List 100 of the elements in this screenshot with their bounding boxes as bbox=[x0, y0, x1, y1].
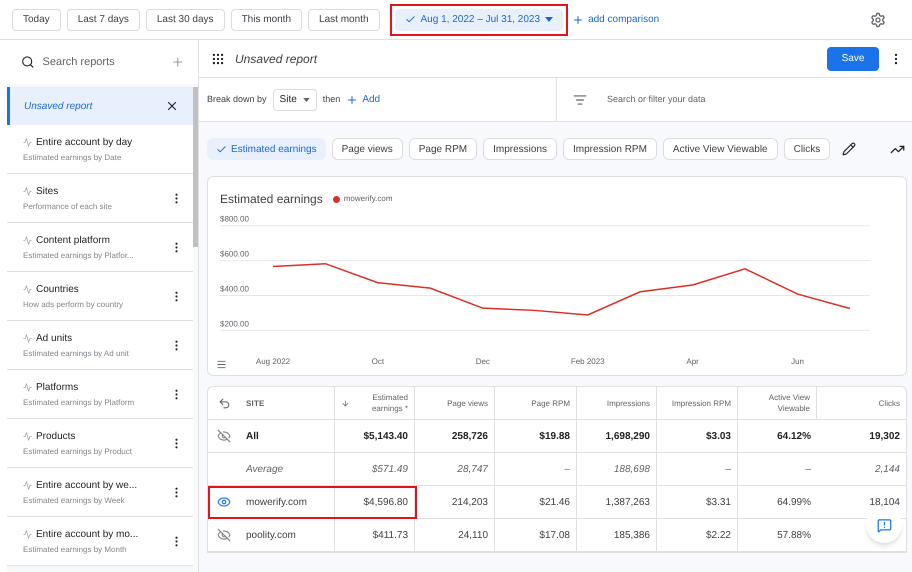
metric-chip[interactable]: Active View Viewable bbox=[662, 138, 778, 160]
search-icon bbox=[21, 55, 34, 69]
check-icon bbox=[404, 14, 416, 25]
sidebar-item[interactable]: Entire account by mo... Estimated earnings by Month bbox=[7, 517, 193, 566]
sidebar-item[interactable]: Entire account by we... Estimated earnings by Week bbox=[7, 468, 193, 517]
column-header[interactable]: Page views bbox=[447, 398, 488, 408]
settings-icon[interactable] bbox=[870, 12, 886, 28]
sidebar-item[interactable]: Content platform Estimated earnings by Platfor... bbox=[7, 223, 193, 272]
table-cell-text: poolity.com bbox=[246, 528, 296, 542]
table-cell-text: $19.88 bbox=[539, 430, 570, 444]
undo-icon[interactable] bbox=[218, 396, 230, 410]
table-cell-text: $17.08 bbox=[539, 528, 570, 542]
add-icon[interactable] bbox=[170, 55, 184, 69]
trend-icon bbox=[23, 432, 32, 440]
caret-icon bbox=[302, 98, 310, 102]
report-subtitle: Estimated earnings by Week bbox=[23, 494, 126, 506]
report-title: Content platform bbox=[36, 234, 110, 248]
date-preset-chip[interactable]: Last month bbox=[308, 8, 380, 30]
apps-icon[interactable] bbox=[211, 52, 225, 66]
table-view-icon[interactable] bbox=[216, 359, 227, 370]
sort-icon[interactable] bbox=[341, 398, 350, 408]
date-preset-chip[interactable]: Last 7 days bbox=[66, 8, 140, 30]
metric-chip[interactable]: Impressions bbox=[483, 138, 558, 160]
add-comparison-link[interactable]: add comparison bbox=[572, 12, 660, 27]
table-cell-text: 18,104 bbox=[869, 496, 900, 510]
report-title: Ad units bbox=[36, 332, 72, 346]
x-tick-label: Aug 2022 bbox=[256, 356, 290, 368]
column-header[interactable]: Estimated earnings * bbox=[350, 392, 408, 414]
column-header[interactable]: Page RPM bbox=[531, 398, 570, 408]
filter-icon bbox=[573, 92, 587, 106]
table-cell-text: mowerify.com bbox=[246, 496, 307, 510]
table-cell-text: Average bbox=[246, 462, 284, 476]
report-title: Sites bbox=[36, 184, 58, 198]
column-header[interactable]: Clicks bbox=[878, 398, 900, 408]
sidebar-item[interactable]: Countries How ads perform by country bbox=[7, 272, 193, 321]
y-tick-label: $600.00 bbox=[220, 250, 249, 259]
dimension-dropdown[interactable]: Site bbox=[272, 88, 317, 110]
table-cell-text: 64.99% bbox=[777, 496, 811, 510]
edit-icon[interactable] bbox=[842, 142, 856, 156]
eye-icon[interactable] bbox=[217, 495, 231, 509]
table-cell-text: 185,386 bbox=[614, 528, 650, 542]
trend-icon bbox=[23, 236, 32, 244]
table-cell-text: – bbox=[725, 462, 731, 476]
scrollbar[interactable] bbox=[193, 87, 198, 247]
table-cell-text: $571.49 bbox=[372, 462, 408, 476]
y-tick-label: $400.00 bbox=[220, 284, 249, 294]
trend-icon bbox=[23, 530, 32, 538]
filter-field[interactable]: Search or filter your data bbox=[607, 92, 899, 106]
add-dimension-button[interactable]: Add bbox=[346, 92, 380, 107]
column-header[interactable]: Active View Viewable bbox=[744, 392, 810, 414]
metric-chip[interactable]: Page views bbox=[332, 138, 403, 160]
table-cell-text: $21.46 bbox=[539, 496, 570, 510]
sidebar-item[interactable]: Products Estimated earnings by Product bbox=[7, 419, 193, 468]
hidden-eye-icon[interactable] bbox=[217, 429, 231, 443]
date-range-chip[interactable]: Aug 1, 2022 – Jul 31, 2023 bbox=[394, 8, 564, 30]
sidebar-item[interactable]: Platforms Estimated earnings by Platform bbox=[7, 370, 193, 419]
table-cell-text: 2,144 bbox=[874, 462, 900, 476]
report-title: Entire account by we... bbox=[36, 478, 138, 492]
table-cell-text: $2.22 bbox=[706, 528, 731, 542]
table-cell-text: 57.88% bbox=[777, 528, 811, 542]
metric-chip[interactable]: Impression RPM bbox=[563, 138, 657, 160]
report-subtitle: Performance of each site bbox=[23, 200, 112, 212]
table-cell-text: $3.03 bbox=[706, 430, 731, 444]
report-subtitle: Estimated earnings by Date bbox=[23, 152, 122, 164]
report-subtitle: Estimated earnings by Ad unit bbox=[23, 348, 129, 360]
sidebar-item[interactable]: Ad units Estimated earnings by Ad unit bbox=[7, 321, 193, 370]
close-icon[interactable] bbox=[165, 99, 179, 113]
table-cell-text: – bbox=[564, 462, 570, 476]
report-title: Entire account by mo... bbox=[36, 528, 138, 542]
table-cell-text: 188,698 bbox=[614, 462, 650, 476]
x-tick-label: Oct bbox=[372, 356, 384, 368]
sidebar-item[interactable]: Sites Performance of each site bbox=[7, 174, 193, 223]
table-cell-text: 258,726 bbox=[452, 430, 488, 444]
trend-icon bbox=[23, 382, 32, 392]
metric-chip[interactable]: Clicks bbox=[784, 138, 830, 160]
sidebar-item[interactable]: Unsaved report bbox=[7, 87, 193, 125]
chart-title: Estimated earnings bbox=[220, 191, 323, 208]
metric-chip[interactable]: Page RPM bbox=[408, 138, 478, 160]
date-preset-chip[interactable]: Today bbox=[12, 8, 61, 30]
save-button[interactable]: Save bbox=[827, 46, 879, 70]
breakdown-label: Break down by bbox=[207, 92, 267, 106]
column-header[interactable]: Impression RPM bbox=[672, 398, 731, 408]
hidden-eye-icon[interactable] bbox=[217, 528, 231, 542]
plus-icon bbox=[346, 94, 358, 106]
report-subtitle: Estimated earnings by Product bbox=[23, 446, 132, 458]
column-header[interactable]: SITE bbox=[246, 398, 265, 408]
table-cell-text: 1,698,290 bbox=[606, 430, 650, 444]
report-title: Entire account by day bbox=[36, 136, 132, 150]
sidebar-item[interactable]: Entire account by day Estimated earnings by Date bbox=[7, 125, 193, 174]
table-cell-text: 24,110 bbox=[458, 528, 488, 542]
table-cell-text: 214,203 bbox=[452, 496, 488, 510]
date-preset-chip[interactable]: Last 30 days bbox=[146, 8, 225, 30]
table-cell-text: $411.73 bbox=[372, 528, 408, 542]
x-tick-label: Jun bbox=[791, 356, 804, 368]
date-preset-chip[interactable]: This month bbox=[230, 8, 302, 30]
report-title: Platforms bbox=[36, 380, 78, 394]
report-title: Countries bbox=[36, 282, 79, 296]
report-subtitle: Estimated earnings by Month bbox=[23, 544, 128, 556]
metric-chip[interactable]: Estimated earnings bbox=[207, 138, 326, 160]
column-header[interactable]: Impressions bbox=[606, 398, 650, 408]
